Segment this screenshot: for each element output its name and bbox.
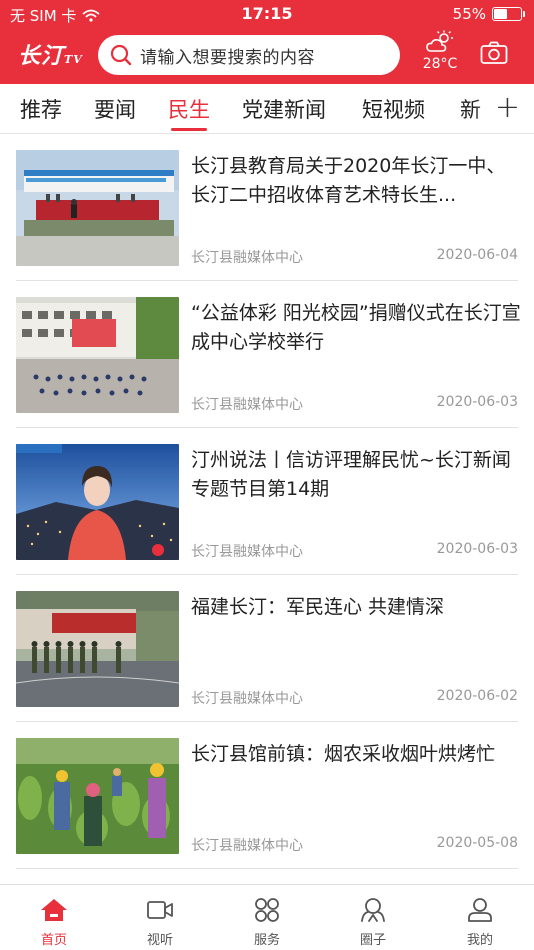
home-icon bbox=[41, 899, 67, 921]
news-title: “公益体彩 阳光校园”捐赠仪式在长汀宣成中心学校举行 bbox=[191, 302, 521, 353]
news-date: 2020-06-02 bbox=[436, 688, 518, 704]
camera-button[interactable] bbox=[480, 41, 508, 69]
temperature: 28°C bbox=[422, 56, 458, 72]
bottom-tab-bar: 首页 视听 服务 圈子 我的 bbox=[0, 884, 534, 950]
partly-cloudy-icon bbox=[426, 30, 453, 52]
tabbar-profile[interactable]: 我的 bbox=[440, 897, 520, 948]
category-tabs: 推荐 要闻 民生 党建新闻 短视频 新 + bbox=[0, 84, 534, 134]
news-date: 2020-06-03 bbox=[436, 541, 518, 557]
tabbar-label: 圈子 bbox=[359, 933, 386, 948]
tabbar-label: 我的 bbox=[466, 933, 493, 948]
logo-text: 长汀 bbox=[18, 43, 65, 69]
news-title: 长汀县馆前镇：烟农采收烟叶烘烤忙 bbox=[191, 743, 496, 765]
tab-label: 党建新闻 bbox=[242, 98, 326, 122]
tabbar-services[interactable]: 服务 bbox=[227, 897, 307, 948]
news-title: 福建长汀：军民连心 共建情深 bbox=[191, 596, 445, 618]
tabbar-community[interactable]: 圈子 bbox=[333, 897, 413, 948]
tab-headlines[interactable]: 要闻 bbox=[94, 94, 136, 124]
add-channel-button[interactable]: + bbox=[495, 90, 520, 125]
news-thumbnail bbox=[16, 150, 179, 266]
news-thumbnail bbox=[16, 444, 179, 560]
logo-sub: TV bbox=[64, 53, 83, 66]
list-item[interactable]: 长汀县教育局关于2020年长汀一中、长汀二中招收体育艺术特长生... 长汀县融媒… bbox=[0, 134, 534, 281]
camera-icon bbox=[480, 41, 508, 64]
active-tab-indicator bbox=[171, 128, 207, 131]
search-icon bbox=[110, 44, 132, 66]
status-bar: 无 SIM 卡 17:15 55% bbox=[0, 0, 534, 28]
news-list: 长汀县教育局关于2020年长汀一中、长汀二中招收体育艺术特长生... 长汀县融媒… bbox=[0, 134, 534, 869]
news-date: 2020-06-04 bbox=[436, 247, 518, 263]
news-date: 2020-06-03 bbox=[436, 394, 518, 410]
news-title: 汀州说法丨信访评理解民忧~长汀新闻专题节目第14期 bbox=[191, 449, 511, 500]
news-thumbnail bbox=[16, 591, 179, 707]
tab-label: 要闻 bbox=[94, 98, 136, 122]
divider bbox=[16, 868, 518, 869]
battery-fill bbox=[494, 9, 507, 19]
news-source: 长汀县融媒体中心 bbox=[191, 691, 303, 707]
app-logo[interactable]: 长汀TV bbox=[18, 38, 83, 70]
app-header: 长汀TV 请输入想要搜索的内容 28°C bbox=[0, 28, 534, 84]
news-source: 长汀县融媒体中心 bbox=[191, 250, 303, 266]
video-icon bbox=[147, 901, 173, 919]
list-item[interactable]: “公益体彩 阳光校园”捐赠仪式在长汀宣成中心学校举行 长汀县融媒体中心 2020… bbox=[0, 281, 534, 428]
battery-group: 55% bbox=[452, 5, 525, 23]
news-source: 长汀县融媒体中心 bbox=[191, 544, 303, 560]
tabbar-home[interactable]: 首页 bbox=[14, 897, 94, 948]
tab-label: 短视频 bbox=[362, 98, 425, 122]
tabbar-video[interactable]: 视听 bbox=[120, 897, 200, 948]
news-thumbnail bbox=[16, 297, 179, 413]
news-source: 长汀县融媒体中心 bbox=[191, 397, 303, 413]
services-grid-icon bbox=[255, 898, 279, 922]
news-thumbnail bbox=[16, 738, 179, 854]
tab-label: 推荐 bbox=[20, 98, 62, 122]
news-date: 2020-05-08 bbox=[436, 835, 518, 851]
tab-recommend[interactable]: 推荐 bbox=[20, 94, 62, 124]
news-source: 长汀县融媒体中心 bbox=[191, 838, 303, 854]
tab-label: 民生 bbox=[168, 98, 210, 122]
weather-widget[interactable]: 28°C bbox=[418, 30, 462, 72]
community-icon bbox=[361, 898, 385, 922]
profile-icon bbox=[468, 898, 492, 922]
tab-short-video[interactable]: 短视频 bbox=[362, 94, 425, 124]
list-item[interactable]: 汀州说法丨信访评理解民忧~长汀新闻专题节目第14期 长汀县融媒体中心 2020-… bbox=[0, 428, 534, 575]
list-item[interactable]: 长汀县馆前镇：烟农采收烟叶烘烤忙 长汀县融媒体中心 2020-05-08 bbox=[0, 722, 534, 869]
battery-icon bbox=[492, 7, 525, 21]
search-bar[interactable]: 请输入想要搜索的内容 bbox=[98, 35, 400, 75]
list-item[interactable]: 福建长汀：军民连心 共建情深 长汀县融媒体中心 2020-06-02 bbox=[0, 575, 534, 722]
news-title: 长汀县教育局关于2020年长汀一中、长汀二中招收体育艺术特长生... bbox=[191, 155, 506, 206]
tabbar-label: 首页 bbox=[40, 933, 67, 948]
tab-livelihood[interactable]: 民生 bbox=[168, 94, 210, 131]
tabbar-label: 视听 bbox=[146, 933, 173, 948]
tabbar-label: 服务 bbox=[253, 933, 280, 948]
tab-party-news[interactable]: 党建新闻 bbox=[242, 94, 326, 124]
search-placeholder: 请输入想要搜索的内容 bbox=[140, 47, 315, 68]
battery-percent: 55% bbox=[452, 5, 486, 23]
